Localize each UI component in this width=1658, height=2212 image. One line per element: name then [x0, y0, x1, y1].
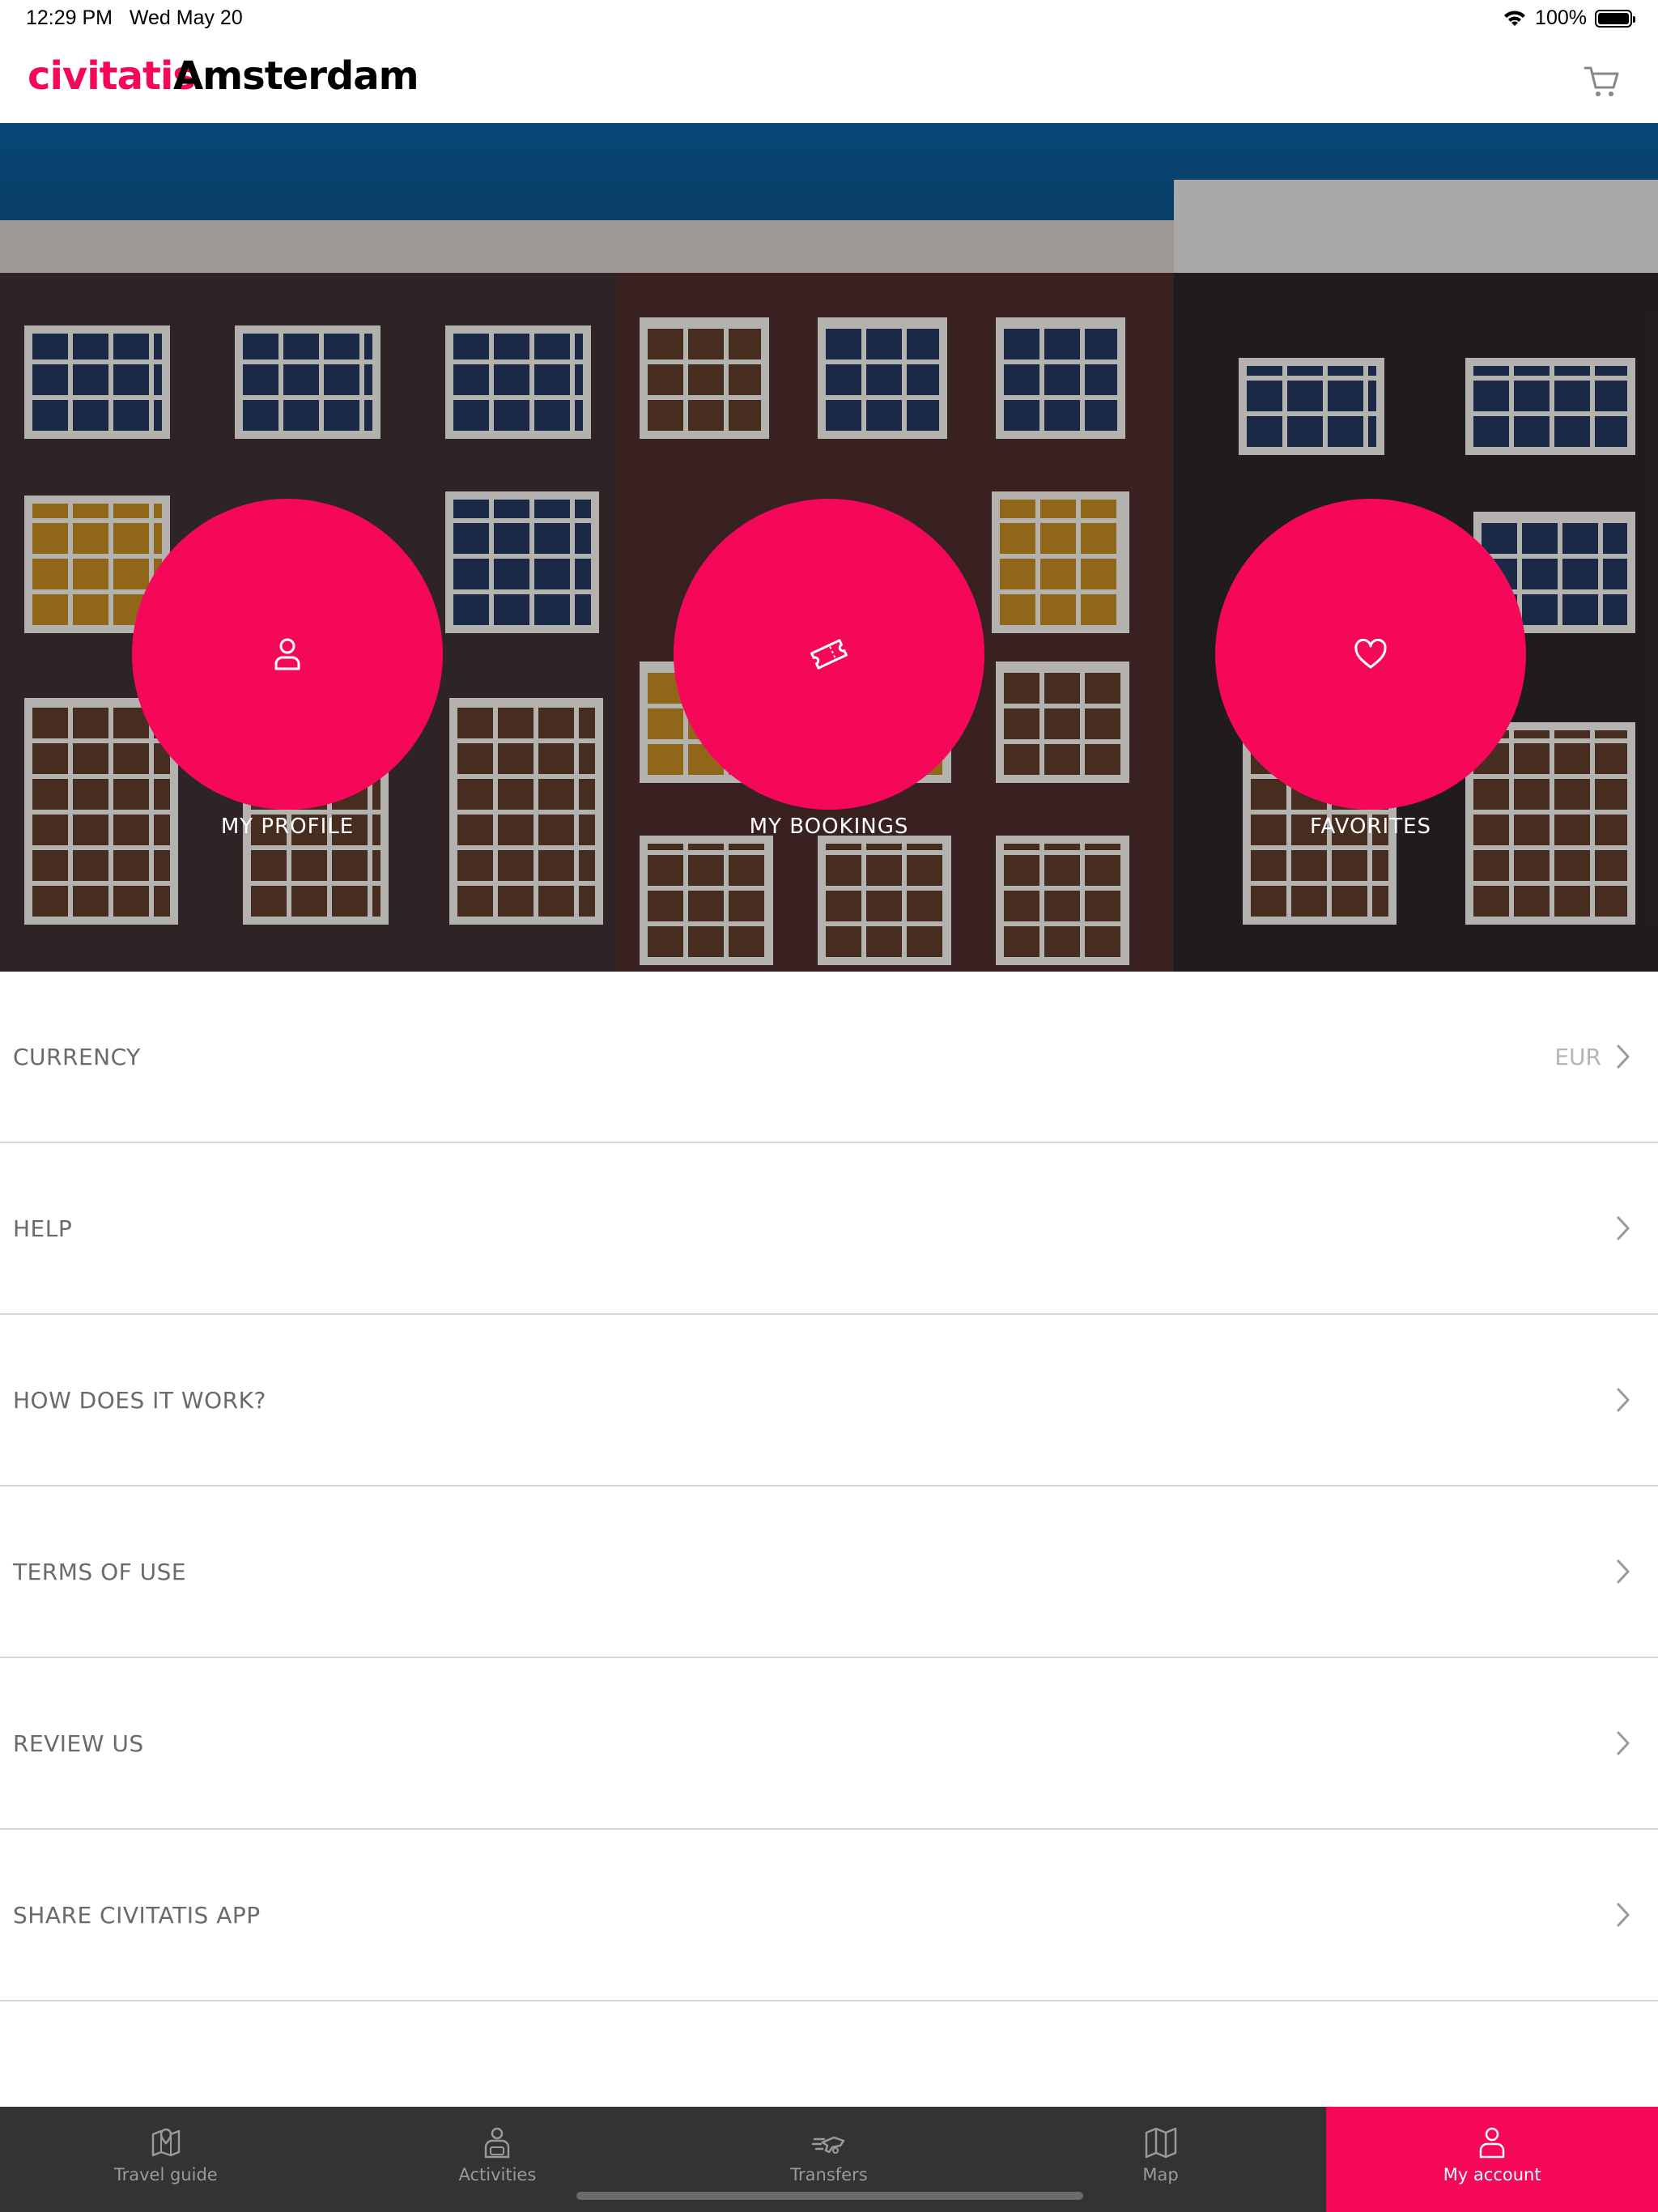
tab-label: Activities: [458, 2165, 537, 2184]
favorites-label: FAVORITES: [1309, 815, 1432, 839]
tab-label: Travel guide: [113, 2165, 218, 2184]
status-time-date: 12:29 PM Wed May 20: [26, 6, 243, 30]
tab-label: Transfers: [790, 2165, 868, 2184]
status-date: Wed May 20: [129, 6, 243, 29]
hero-banner: MY PROFILE MY BOOKINGS FAVORITES: [0, 123, 1658, 972]
activities-icon: [485, 2127, 510, 2159]
my-bookings-button[interactable]: MY BOOKINGS: [674, 499, 984, 839]
menu-item-label: HOW DOES IT WORK?: [13, 1386, 266, 1414]
chevron-right-icon: [1617, 1731, 1630, 1755]
ticket-icon: [810, 639, 848, 670]
user-icon: [1479, 2127, 1505, 2159]
cart-icon[interactable]: [1580, 58, 1626, 104]
tab-label: Map: [1142, 2165, 1179, 2184]
favorites-button[interactable]: FAVORITES: [1215, 499, 1526, 839]
chevron-right-icon: [1617, 1216, 1630, 1240]
menu-item-currency[interactable]: CURRENCY EUR: [0, 972, 1658, 1143]
user-icon: [274, 638, 300, 670]
menu-item-label: TERMS OF USE: [13, 1558, 187, 1585]
page-title: Amsterdam: [173, 53, 419, 99]
menu-item-label: CURRENCY: [13, 1043, 141, 1070]
menu-item-label: SHARE CIVITATIS APP: [13, 1901, 261, 1929]
menu-item-terms-of-use[interactable]: TERMS OF USE: [0, 1487, 1658, 1658]
chevron-right-icon: [1617, 1044, 1630, 1069]
my-bookings-label: MY BOOKINGS: [749, 815, 909, 839]
my-profile-label: MY PROFILE: [220, 815, 355, 839]
tab-travel-guide[interactable]: Travel guide: [0, 2107, 332, 2212]
currency-value: EUR: [1554, 1043, 1601, 1070]
tab-my-account[interactable]: My account: [1326, 2107, 1658, 2212]
status-time: 12:29 PM: [26, 6, 113, 29]
menu-item-how-does-it-work[interactable]: HOW DOES IT WORK?: [0, 1315, 1658, 1487]
favorites-circle[interactable]: [1215, 499, 1526, 810]
my-profile-button[interactable]: MY PROFILE: [132, 499, 443, 839]
wifi-icon: [1504, 10, 1526, 26]
battery-icon: [1595, 9, 1635, 28]
chevron-right-icon: [1617, 1559, 1630, 1584]
tab-label: My account: [1443, 2165, 1541, 2184]
menu-item-share-app[interactable]: SHARE CIVITATIS APP: [0, 1830, 1658, 2001]
heart-icon: [1354, 638, 1387, 669]
chevron-right-icon: [1617, 1903, 1630, 1927]
menu-item-help[interactable]: HELP: [0, 1143, 1658, 1315]
menu-item-review-us[interactable]: REVIEW US: [0, 1658, 1658, 1830]
app-header: civitatis Amsterdam: [0, 39, 1658, 123]
menu-item-label: HELP: [13, 1214, 73, 1242]
civitatis-logo[interactable]: civitatis: [28, 53, 196, 99]
map-icon: [1145, 2127, 1176, 2159]
status-indicators: 100%: [1503, 6, 1635, 30]
menu-item-label: REVIEW US: [13, 1729, 144, 1757]
home-indicator[interactable]: [576, 2192, 1083, 2200]
chevron-right-icon: [1617, 1388, 1630, 1412]
my-profile-circle[interactable]: [132, 499, 443, 810]
status-bar: 12:29 PM Wed May 20 100%: [0, 0, 1658, 39]
battery-percent: 100%: [1535, 6, 1587, 29]
transfers-icon: [811, 2136, 845, 2154]
settings-menu: CURRENCY EUR HELP HOW DOES IT WORK? TERM…: [0, 972, 1658, 2001]
map-pin-book-icon: [151, 2128, 181, 2157]
my-bookings-circle[interactable]: [674, 499, 984, 810]
